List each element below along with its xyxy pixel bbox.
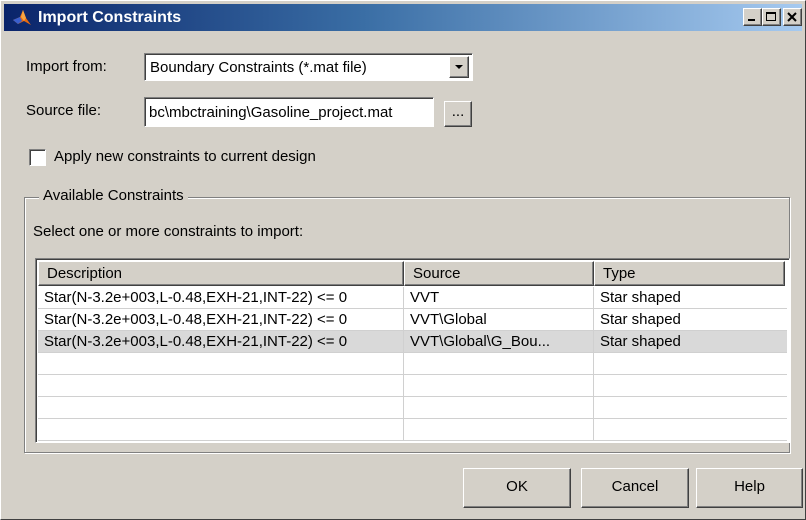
title-bar[interactable]: Import Constraints (4, 4, 802, 31)
import-from-dropdown[interactable]: Boundary Constraints (*.mat file) (144, 53, 473, 81)
column-header-label: Source (413, 265, 461, 282)
dropdown-arrow-button[interactable] (449, 56, 469, 78)
empty-cell (38, 419, 404, 440)
table-row[interactable]: Star(N-3.2e+003,L-0.48,EXH-21,INT-22) <=… (38, 309, 787, 331)
source-cell: VVT\Global\G_Bou... (404, 331, 594, 352)
import-from-label: Import from: (26, 58, 107, 75)
ok-button-label: OK (506, 478, 528, 495)
column-header-description[interactable]: Description (38, 261, 404, 286)
minimize-icon (748, 19, 755, 21)
table-row-selected[interactable]: Star(N-3.2e+003,L-0.48,EXH-21,INT-22) <=… (38, 331, 787, 353)
close-button[interactable] (783, 8, 802, 26)
description-cell: Star(N-3.2e+003,L-0.48,EXH-21,INT-22) <=… (38, 331, 404, 352)
close-icon (787, 12, 797, 22)
empty-cell (38, 353, 404, 374)
column-header-label: Description (47, 265, 123, 282)
type-cell: Star shaped (600, 311, 681, 328)
column-header-type[interactable]: Type (594, 261, 785, 286)
empty-cell (404, 375, 594, 396)
empty-row (38, 397, 787, 419)
maximize-button[interactable] (762, 8, 781, 26)
chevron-down-icon (455, 65, 463, 69)
help-button[interactable]: Help (696, 468, 803, 508)
apply-constraints-label[interactable]: Apply new constraints to current design (54, 148, 316, 165)
help-button-label: Help (734, 478, 765, 495)
import-from-value: Boundary Constraints (*.mat file) (150, 59, 367, 76)
source-file-value: bc\mbctraining\Gasoline_project.mat (149, 104, 393, 121)
source-file-field[interactable]: bc\mbctraining\Gasoline_project.mat (144, 97, 434, 127)
empty-cell (38, 375, 404, 396)
column-header-source[interactable]: Source (404, 261, 594, 286)
constraints-instruction: Select one or more constraints to import… (33, 223, 304, 240)
empty-row (38, 419, 787, 441)
browse-button-label: ... (451, 103, 465, 120)
apply-constraints-checkbox[interactable] (29, 149, 46, 166)
type-cell: Star shaped (600, 289, 681, 306)
description-cell: Star(N-3.2e+003,L-0.48,EXH-21,INT-22) <=… (38, 309, 404, 330)
cancel-button[interactable]: Cancel (581, 468, 689, 508)
empty-cell (404, 419, 594, 440)
empty-row (38, 353, 787, 375)
import-constraints-dialog: Import Constraints Import from: Boundary… (0, 0, 806, 520)
column-header-label: Type (603, 265, 636, 282)
minimize-button[interactable] (743, 8, 762, 26)
empty-cell (38, 397, 404, 418)
type-cell: Star shaped (600, 333, 681, 350)
empty-cell (404, 397, 594, 418)
window-title: Import Constraints (38, 9, 182, 26)
source-cell: VVT (404, 287, 594, 308)
table-row[interactable]: Star(N-3.2e+003,L-0.48,EXH-21,INT-22) <=… (38, 287, 787, 309)
empty-row (38, 375, 787, 397)
ok-button[interactable]: OK (463, 468, 571, 508)
description-cell: Star(N-3.2e+003,L-0.48,EXH-21,INT-22) <=… (38, 287, 404, 308)
browse-button[interactable]: ... (444, 101, 472, 127)
matlab-logo-icon (13, 10, 31, 25)
empty-cell (404, 353, 594, 374)
available-constraints-title: Available Constraints (39, 187, 188, 204)
cancel-button-label: Cancel (611, 478, 659, 495)
maximize-icon (766, 12, 776, 21)
source-file-label: Source file: (26, 102, 102, 119)
constraints-table[interactable]: Description Source Type Star(N-3.2e+003,… (35, 258, 790, 443)
source-cell: VVT\Global (404, 309, 594, 330)
